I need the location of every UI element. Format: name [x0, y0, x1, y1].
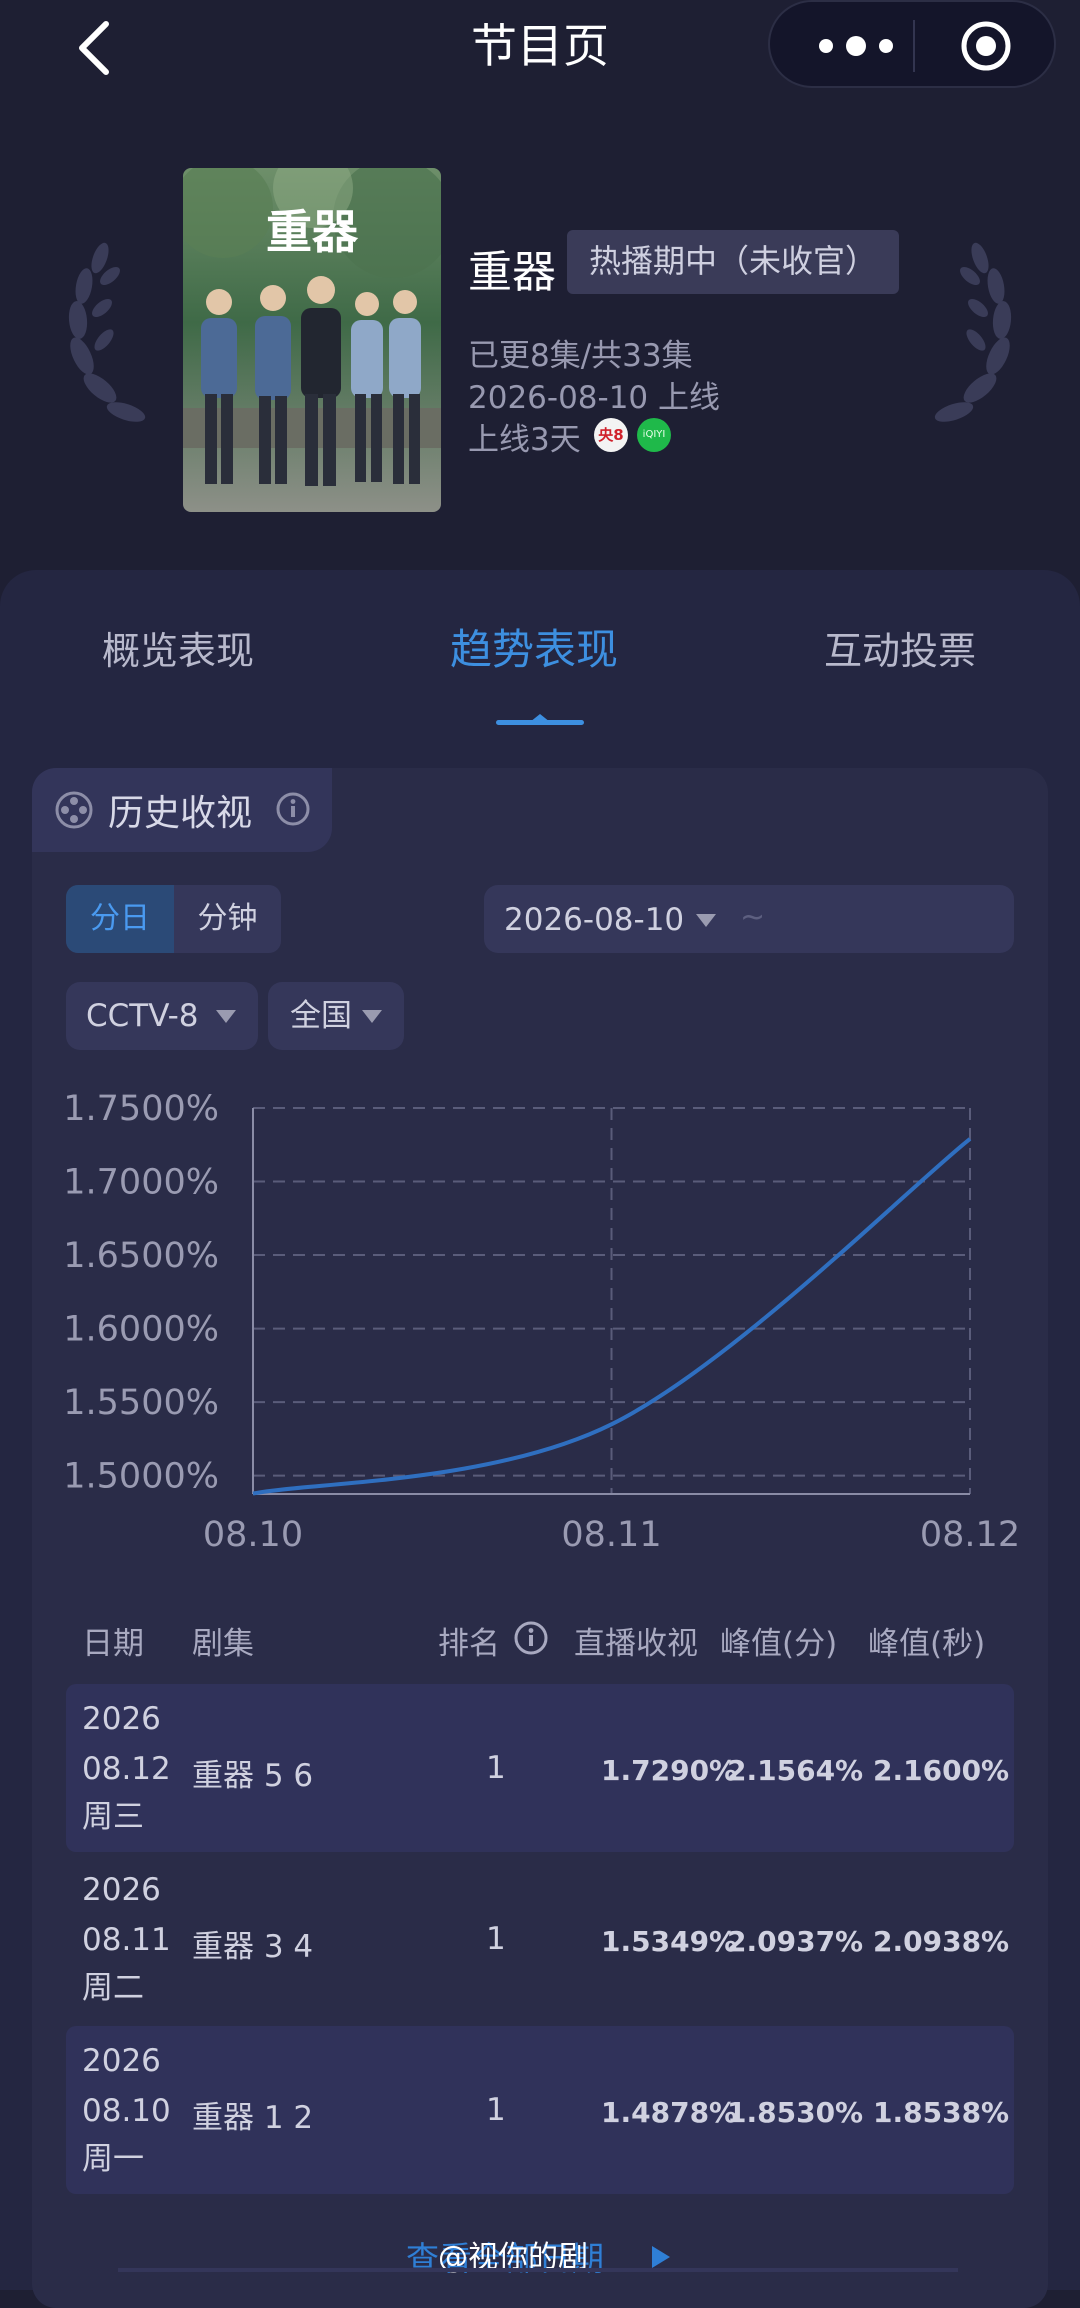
row-date: 08.11 [82, 1922, 171, 1958]
col-header-date: 日期 [82, 1626, 144, 1662]
row-weekday: 周二 [82, 1970, 144, 2006]
close-target-icon[interactable] [958, 18, 1014, 74]
show-status-badge: 热播期中（未收官） [567, 230, 900, 294]
region-select[interactable]: 全国 [268, 982, 404, 1050]
rank-info-icon[interactable] [514, 1621, 548, 1655]
row-peak-sec: 1.8538% [873, 2096, 1010, 2129]
channel-value: CCTV-8 [86, 998, 199, 1034]
granularity-day[interactable]: 分日 [66, 885, 174, 953]
date-start[interactable]: 2026-08-10 [504, 902, 684, 938]
laurel-right-icon [934, 242, 1012, 422]
online-days: 上线3天 [468, 422, 581, 458]
poster-title: 重器 [266, 205, 359, 259]
ratings-line-chart: 1.7500% 1.7000% 1.6500% 1.6000% 1.5500% 1.500… [63, 1089, 1020, 1555]
row-year: 2026 [82, 1701, 161, 1737]
show-poster[interactable]: 重器 [183, 168, 441, 512]
row-year: 2026 [82, 2043, 161, 2079]
y-tick-label: 1.5000% [63, 1457, 219, 1497]
tab-trend[interactable]: 趋势表现 [450, 616, 618, 677]
col-header-live: 直播收视 [574, 1626, 698, 1662]
info-icon[interactable] [276, 792, 310, 826]
row-peak-sec: 2.1600% [873, 1754, 1010, 1787]
row-weekday: 周一 [82, 2141, 144, 2177]
granularity-minute[interactable]: 分钟 [174, 885, 281, 953]
y-tick-label: 1.7000% [63, 1163, 219, 1203]
x-tick-label: 08.12 [920, 1515, 1020, 1555]
x-tick-label: 08.10 [203, 1515, 303, 1555]
col-header-peak-sec: 峰值(秒) [868, 1626, 986, 1662]
play-arrow-icon [652, 2246, 670, 2268]
row-peak-sec: 2.0938% [873, 1925, 1010, 1958]
date-separator: ~ [740, 900, 766, 935]
row-episode: 重器 5 6 [192, 1758, 314, 1794]
tab-vote[interactable]: 互动投票 [824, 620, 976, 675]
tab-indicator-notch [530, 714, 550, 722]
row-year: 2026 [82, 1872, 161, 1908]
footer-divider [118, 2268, 958, 2272]
col-header-episode: 剧集 [192, 1626, 254, 1662]
y-tick-label: 1.6500% [63, 1236, 219, 1276]
y-tick-label: 1.7500% [63, 1089, 219, 1129]
release-date: 2026-08-10 上线 [468, 380, 721, 416]
row-peak-min: 1.8530% [727, 2096, 864, 2129]
card-title: 历史收视 [108, 793, 253, 834]
date-dropdown-caret-icon [696, 914, 716, 927]
row-peak-min: 2.1564% [727, 1754, 864, 1787]
row-live: 1.4878% [601, 2096, 738, 2129]
show-name: 重器 [468, 247, 556, 298]
mini-program-capsule [768, 0, 1056, 88]
row-rank: 1 [486, 1921, 506, 1957]
channel-select[interactable]: CCTV-8 [66, 982, 258, 1050]
capsule-divider [913, 20, 915, 72]
tab-overview[interactable]: 概览表现 [102, 620, 254, 675]
row-rank: 1 [486, 2092, 506, 2128]
granularity-toggle: 分日 分钟 [66, 885, 281, 953]
region-caret-icon [362, 1010, 382, 1023]
row-rank: 1 [486, 1750, 506, 1786]
channel-caret-icon [216, 1010, 236, 1023]
col-header-rank: 排名 [438, 1626, 500, 1662]
cctv8-logo-icon: 央8 [594, 418, 628, 452]
iqiyi-logo-icon: iQIYI [637, 418, 671, 452]
row-date: 08.10 [82, 2093, 171, 2129]
region-value: 全国 [290, 998, 352, 1034]
episode-count: 已更8集/共33集 [468, 338, 693, 374]
film-reel-icon [55, 791, 93, 829]
x-tick-label: 08.11 [561, 1515, 661, 1555]
laurel-left-icon [68, 242, 146, 422]
row-weekday: 周三 [82, 1799, 144, 1835]
row-live: 1.5349% [601, 1925, 738, 1958]
row-live: 1.7290% [601, 1754, 738, 1787]
row-date: 08.12 [82, 1751, 171, 1787]
row-episode: 重器 3 4 [192, 1929, 314, 1965]
y-tick-label: 1.6000% [63, 1310, 219, 1350]
row-peak-min: 2.0937% [727, 1925, 864, 1958]
row-episode: 重器 1 2 [192, 2100, 314, 2136]
y-tick-label: 1.5500% [63, 1383, 219, 1423]
col-header-peak-min: 峰值(分) [720, 1626, 838, 1662]
